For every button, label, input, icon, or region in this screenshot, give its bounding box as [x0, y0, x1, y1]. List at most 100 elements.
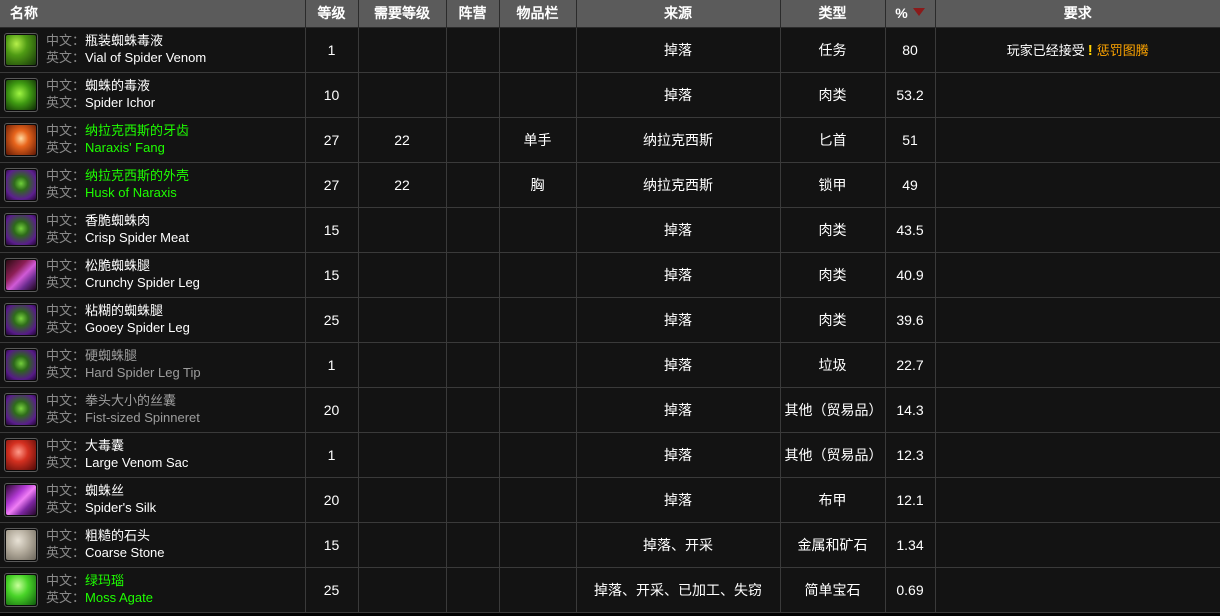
- cell-level: 15: [305, 207, 359, 253]
- item-icon-hard-spider-leg-tip[interactable]: [4, 347, 38, 382]
- cell-requirement: [935, 522, 1220, 568]
- table-row[interactable]: 中文：纳拉克西斯的牙齿 英文：Naraxis' Fang 27 22 单手 纳拉克西斯 匕首…: [0, 117, 1220, 163]
- lang-label-cn: 中文：: [46, 78, 86, 94]
- column-header-label: 阵营: [458, 5, 487, 22]
- column-header-label: 要求: [1063, 5, 1092, 22]
- item-link-cn[interactable]: 纳拉克西斯的牙齿: [85, 123, 189, 138]
- column-header-source[interactable]: 来源: [576, 0, 781, 28]
- cell-type-value: 其他（贸易品）: [784, 446, 883, 463]
- cell-slot: [499, 522, 577, 568]
- item-link-cn[interactable]: 蜘蛛的毒液: [85, 78, 150, 93]
- lang-label-en: 英文：: [46, 364, 86, 380]
- item-link-en[interactable]: Coarse Stone: [85, 545, 165, 560]
- cell-required-level: [358, 252, 447, 298]
- item-icon-naraxis-fang[interactable]: [4, 122, 38, 157]
- cell-type-value: 匕首: [818, 131, 847, 148]
- column-header-require[interactable]: 要求: [935, 0, 1220, 28]
- item-icon-large-venom-sac[interactable]: [4, 437, 38, 472]
- item-link-cn[interactable]: 香脆蜘蛛肉: [85, 213, 150, 228]
- column-header-faction[interactable]: 阵营: [446, 0, 500, 28]
- item-link-cn[interactable]: 绿玛瑙: [85, 573, 124, 588]
- item-name-lines: 中文：纳拉克西斯的牙齿 英文：Naraxis' Fang: [46, 123, 189, 156]
- cell-type: 肉类: [780, 252, 886, 298]
- item-link-cn[interactable]: 瓶装蜘蛛毒液: [85, 33, 163, 48]
- item-link-en[interactable]: Moss Agate: [85, 590, 153, 605]
- cell-item-name: 中文：绿玛瑙 英文：Moss Agate: [0, 567, 306, 613]
- table-row[interactable]: 中文：纳拉克西斯的外壳 英文：Husk of Naraxis 27 22 胸 纳拉克西斯 锁…: [0, 162, 1220, 208]
- item-link-cn[interactable]: 大毒囊: [85, 438, 124, 453]
- item-icon-gooey-spider-leg[interactable]: [4, 302, 38, 337]
- table-row[interactable]: 中文：松脆蜘蛛腿 英文：Crunchy Spider Leg 15 掉落 肉类 40.9: [0, 252, 1220, 298]
- column-header-reqlvl[interactable]: 需要等级: [358, 0, 447, 28]
- cell-source: 掉落、开采、已加工、失窃: [576, 567, 781, 613]
- item-link-en[interactable]: Spider Ichor: [85, 95, 155, 110]
- item-icon-vial-of-spider-venom[interactable]: [4, 32, 38, 67]
- item-icon-spiders-silk[interactable]: [4, 482, 38, 517]
- item-link-cn[interactable]: 粗糙的石头: [85, 528, 150, 543]
- item-link-cn[interactable]: 硬蜘蛛腿: [85, 348, 137, 363]
- table-row[interactable]: 中文：绿玛瑙 英文：Moss Agate 25 掉落、开采、已加工、失窃 简单宝石 0.6…: [0, 567, 1220, 613]
- item-link-en[interactable]: Husk of Naraxis: [85, 185, 177, 200]
- item-name-wrapper: 中文：纳拉克西斯的牙齿 英文：Naraxis' Fang: [4, 122, 305, 157]
- column-header-percent[interactable]: %: [885, 0, 936, 28]
- table-row[interactable]: 中文：蜘蛛丝 英文：Spider's Silk 20 掉落 布甲 12.1: [0, 477, 1220, 523]
- cell-source: 掉落: [576, 252, 781, 298]
- lang-label-cn: 中文：: [46, 213, 86, 229]
- table-row[interactable]: 中文：粘糊的蜘蛛腿 英文：Gooey Spider Leg 25 掉落 肉类 39.6: [0, 297, 1220, 343]
- item-icon-fist-sized-spinneret[interactable]: [4, 392, 38, 427]
- cell-level-value: 15: [323, 266, 340, 283]
- item-icon-spider-ichor[interactable]: [4, 77, 38, 112]
- cell-required-level: [358, 432, 447, 478]
- table-row[interactable]: 中文：瓶装蜘蛛毒液 英文：Vial of Spider Venom 1 掉落 任务 80 玩…: [0, 27, 1220, 73]
- item-link-cn[interactable]: 蜘蛛丝: [85, 483, 124, 498]
- table-row[interactable]: 中文：拳头大小的丝囊 英文：Fist-sized Spinneret 20 掉落 其他（…: [0, 387, 1220, 433]
- quest-link[interactable]: 惩罚图腾: [1097, 43, 1149, 58]
- cell-slot: [499, 252, 577, 298]
- column-header-slot[interactable]: 物品栏: [499, 0, 577, 28]
- cell-slot: [499, 387, 577, 433]
- item-link-en[interactable]: Crisp Spider Meat: [85, 230, 189, 245]
- item-name-wrapper: 中文：蜘蛛丝 英文：Spider's Silk: [4, 482, 305, 517]
- table-row[interactable]: 中文：香脆蜘蛛肉 英文：Crisp Spider Meat 15 掉落 肉类 43.5: [0, 207, 1220, 253]
- table-row[interactable]: 中文：硬蜘蛛腿 英文：Hard Spider Leg Tip 1 掉落 垃圾 22.7: [0, 342, 1220, 388]
- item-icon-coarse-stone[interactable]: [4, 527, 38, 562]
- item-icon-art: [6, 34, 36, 65]
- item-icon-moss-agate[interactable]: [4, 572, 38, 607]
- item-icon-art: [6, 529, 36, 560]
- item-link-en[interactable]: Crunchy Spider Leg: [85, 275, 200, 290]
- table-row[interactable]: 中文：粗糙的石头 英文：Coarse Stone 15 掉落、开采 金属和矿石 1.34: [0, 522, 1220, 568]
- item-name-wrapper: 中文：纳拉克西斯的外壳 英文：Husk of Naraxis: [4, 167, 305, 202]
- item-link-en[interactable]: Naraxis' Fang: [85, 140, 165, 155]
- item-icon-crisp-spider-meat[interactable]: [4, 212, 38, 247]
- item-link-en[interactable]: Spider's Silk: [85, 500, 156, 515]
- table-row[interactable]: 中文：蜘蛛的毒液 英文：Spider Ichor 10 掉落 肉类 53.2: [0, 72, 1220, 118]
- item-name-cn-line: 中文：纳拉克西斯的外壳: [46, 168, 189, 184]
- item-icon-art: [6, 124, 36, 155]
- item-name-wrapper: 中文：香脆蜘蛛肉 英文：Crisp Spider Meat: [4, 212, 305, 247]
- cell-percent: 12.1: [885, 477, 936, 523]
- item-link-cn[interactable]: 粘糊的蜘蛛腿: [85, 303, 163, 318]
- cell-item-name: 中文：蜘蛛的毒液 英文：Spider Ichor: [0, 72, 306, 118]
- item-link-en[interactable]: Vial of Spider Venom: [85, 50, 206, 65]
- item-icon-husk-of-naraxis[interactable]: [4, 167, 38, 202]
- item-link-en[interactable]: Large Venom Sac: [85, 455, 188, 470]
- item-link-cn[interactable]: 松脆蜘蛛腿: [85, 258, 150, 273]
- item-icon-crunchy-spider-leg[interactable]: [4, 257, 38, 292]
- cell-source: 纳拉克西斯: [576, 162, 781, 208]
- cell-type: 布甲: [780, 477, 886, 523]
- cell-slot: 胸: [499, 162, 577, 208]
- cell-source-value: 掉落: [664, 491, 692, 508]
- column-header-name[interactable]: 名称: [0, 0, 306, 28]
- lang-label-cn: 中文：: [46, 483, 86, 499]
- sort-descending-icon[interactable]: [912, 8, 925, 17]
- table-row[interactable]: 中文：大毒囊 英文：Large Venom Sac 1 掉落 其他（贸易品） 12.3: [0, 432, 1220, 478]
- item-link-en[interactable]: Gooey Spider Leg: [85, 320, 190, 335]
- cell-source: 掉落: [576, 297, 781, 343]
- item-link-cn[interactable]: 拳头大小的丝囊: [85, 393, 176, 408]
- lang-label-cn: 中文：: [46, 393, 86, 409]
- column-header-level[interactable]: 等级: [305, 0, 359, 28]
- item-link-en[interactable]: Hard Spider Leg Tip: [85, 365, 201, 380]
- item-link-en[interactable]: Fist-sized Spinneret: [85, 410, 200, 425]
- column-header-type[interactable]: 类型: [780, 0, 886, 28]
- item-link-cn[interactable]: 纳拉克西斯的外壳: [85, 168, 189, 183]
